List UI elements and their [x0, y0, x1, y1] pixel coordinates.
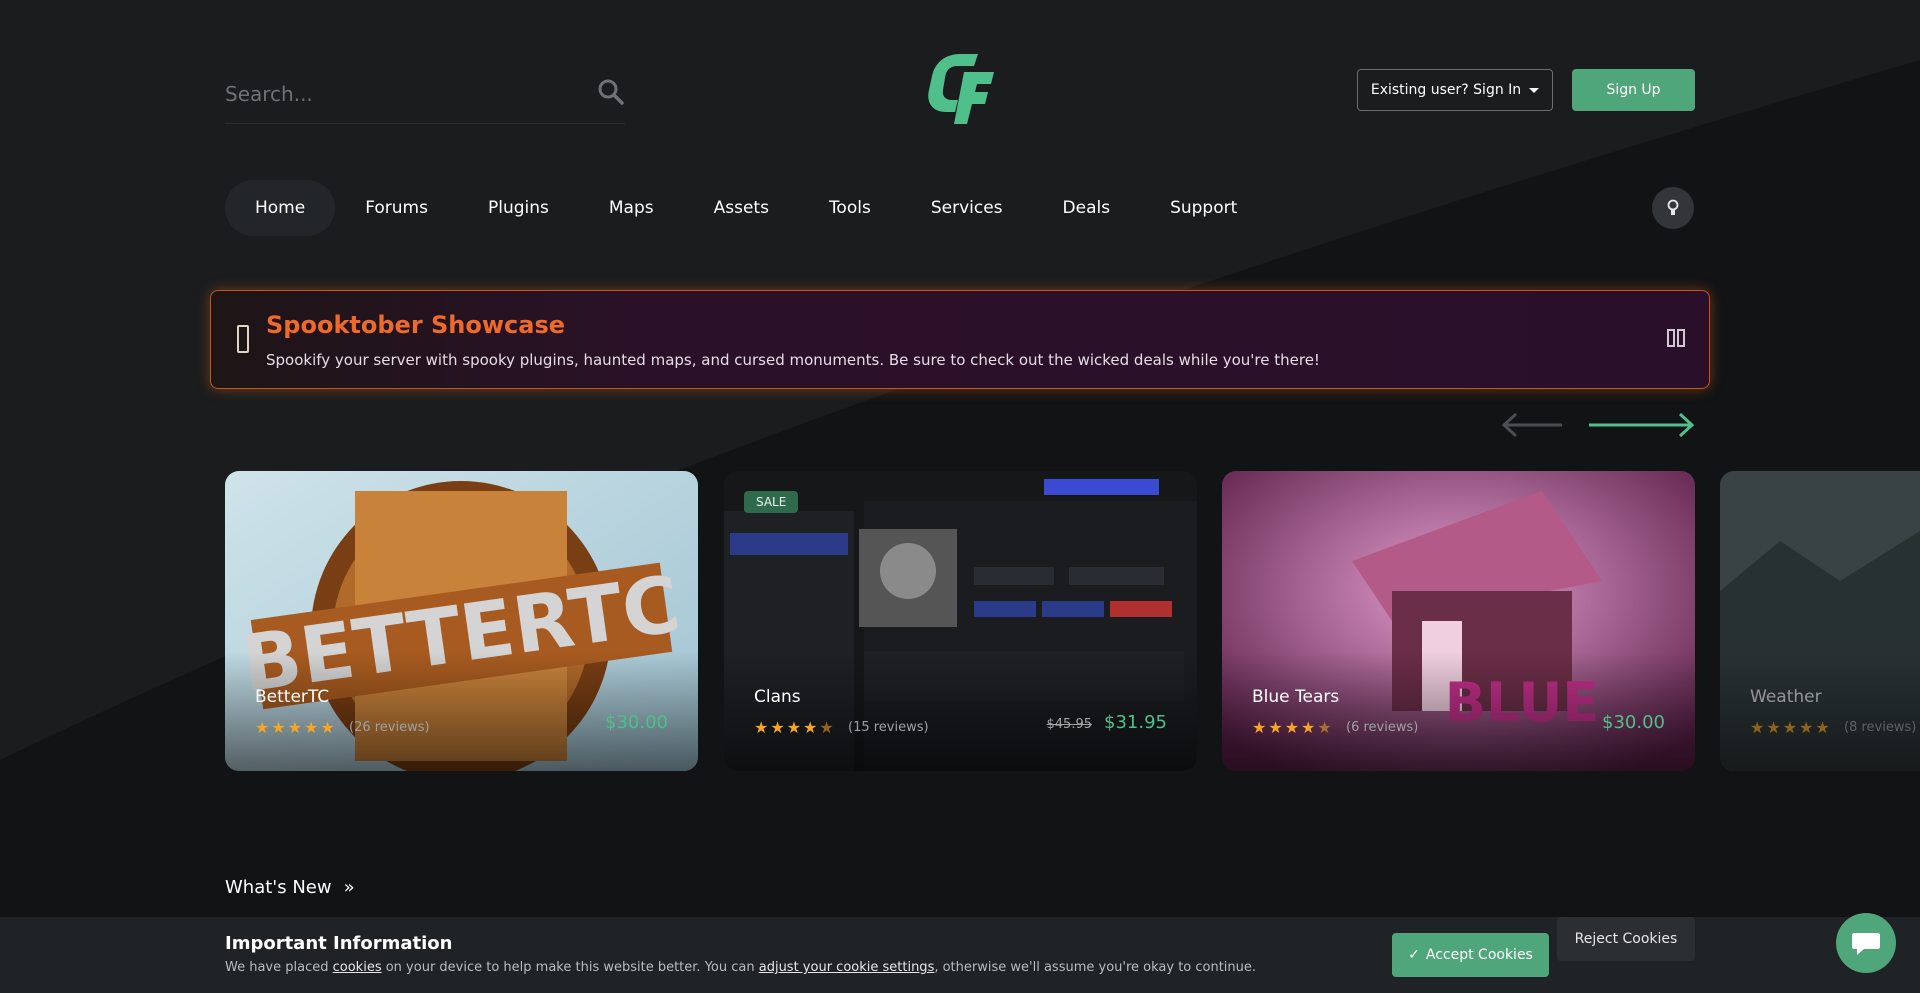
nav-item-support[interactable]: Support	[1140, 180, 1267, 236]
signup-button[interactable]: Sign Up	[1572, 69, 1695, 111]
product-card-weather[interactable]: Weather ★ ★ ★ ★ ★ (8 reviews)	[1720, 471, 1920, 771]
pause-icon[interactable]	[1667, 329, 1685, 347]
cookie-text: We have placed cookies on your device to…	[225, 960, 1257, 975]
star-rating: ★ ★ ★ ★ ★	[754, 718, 834, 737]
card-reviews: (8 reviews)	[1844, 720, 1917, 735]
star-icon: ★	[803, 718, 818, 737]
star-icon: ★	[287, 718, 303, 737]
accept-cookies-button[interactable]: ✓ Accept Cookies	[1392, 933, 1549, 977]
card-title: Weather	[1750, 687, 1822, 707]
product-card-blue-tears[interactable]: BLUE Blue Tears ★★★★★ (6 reviews) $30.00	[1222, 471, 1695, 771]
nav-item-home[interactable]: Home	[225, 180, 336, 236]
star-icon: ★	[1268, 718, 1283, 737]
nav-item-plugins[interactable]: Plugins	[458, 180, 579, 236]
card-price: $31.95	[1104, 712, 1167, 733]
star-icon: ★	[1750, 718, 1765, 737]
star-icon: ★	[1766, 718, 1781, 737]
search-input[interactable]	[225, 76, 585, 112]
star-rating: ★ ★ ★ ★ ★	[255, 718, 335, 737]
star-icon: ★	[1284, 718, 1300, 737]
chat-icon	[1852, 933, 1880, 955]
cookie-title: Important Information	[225, 933, 453, 954]
cookie-notice: Important Information We have placed coo…	[0, 917, 1920, 993]
star-icon: ★	[1782, 718, 1798, 737]
card-reviews: (15 reviews)	[848, 720, 929, 735]
card-title: Clans	[754, 687, 801, 707]
theme-toggle-button[interactable]	[1652, 187, 1694, 229]
star-icon: ★	[819, 718, 834, 737]
ghost-icon	[237, 325, 249, 353]
star-icon: ★	[320, 718, 335, 737]
star-rating: ★ ★ ★ ★ ★	[1750, 718, 1830, 737]
lightbulb-icon	[1667, 199, 1679, 215]
star-icon: ★	[754, 718, 769, 737]
card-title: Blue Tears	[1252, 687, 1340, 707]
section-title: What's New	[225, 877, 332, 898]
card-price: $30.00	[605, 712, 668, 733]
logo-icon[interactable]	[920, 50, 1000, 130]
nav-item-assets[interactable]: Assets	[684, 180, 799, 236]
search-box	[225, 68, 625, 124]
nav-item-tools[interactable]: Tools	[799, 180, 901, 236]
star-icon: ★	[255, 718, 270, 737]
card-price: $30.00	[1602, 712, 1665, 733]
search-icon[interactable]	[597, 78, 625, 106]
card-reviews: (26 reviews)	[349, 720, 430, 735]
cookie-settings-link[interactable]: adjust your cookie settings	[759, 960, 935, 975]
card-old-price: $45.95	[1046, 717, 1093, 732]
star-rating: ★ ★ ★ ★ ★	[1252, 718, 1332, 737]
banner-text: Spookify your server with spooky plugins…	[266, 351, 1320, 369]
star-icon: ★	[1301, 718, 1316, 737]
check-icon: ✓	[1408, 947, 1420, 963]
star-icon: ★	[304, 718, 319, 737]
banner-title: Spooktober Showcase	[266, 311, 566, 339]
star-icon: ★	[1252, 718, 1267, 737]
accept-label: Accept Cookies	[1425, 947, 1533, 963]
star-icon: ★	[770, 718, 785, 737]
nav-item-forums[interactable]: Forums	[335, 180, 458, 236]
product-card-bettertc[interactable]: BETTERTC BetterTC ★ ★ ★ ★ ★ (26 reviews) $30…	[225, 471, 698, 771]
star-icon: ★	[1815, 718, 1830, 737]
star-icon: ★	[786, 718, 802, 737]
card-reviews: (6 reviews)	[1346, 720, 1419, 735]
star-icon: ★	[1799, 718, 1814, 737]
product-card-clans[interactable]: SALE Clans ★ ★ ★ ★ ★ (15 reviews) $45.95 $31…	[724, 471, 1197, 771]
nav-item-maps[interactable]: Maps	[579, 180, 684, 236]
double-chevron-right-icon: »	[343, 877, 355, 898]
reject-cookies-button[interactable]: Reject Cookies	[1557, 917, 1695, 961]
chat-button[interactable]	[1836, 913, 1896, 973]
star-icon: ★	[271, 718, 286, 737]
signin-button[interactable]: Existing user? Sign In	[1357, 69, 1553, 111]
whats-new-link[interactable]: What's New »	[225, 877, 355, 898]
nav-item-deals[interactable]: Deals	[1033, 180, 1141, 236]
arrow-right-icon[interactable]	[1587, 410, 1697, 440]
cookies-link[interactable]: cookies	[333, 960, 382, 975]
caret-down-icon	[1529, 87, 1540, 93]
announcement-banner: Spooktober Showcase Spookify your server…	[210, 290, 1710, 389]
signin-label: Existing user? Sign In	[1370, 82, 1522, 98]
main-nav: Home Forums Plugins Maps Assets Tools Se…	[225, 180, 1267, 236]
arrow-left-icon[interactable]	[1500, 410, 1566, 440]
card-title: BetterTC	[255, 687, 330, 707]
star-icon: ★	[1317, 718, 1332, 737]
nav-item-services[interactable]: Services	[901, 180, 1033, 236]
sale-badge: SALE	[744, 491, 799, 513]
